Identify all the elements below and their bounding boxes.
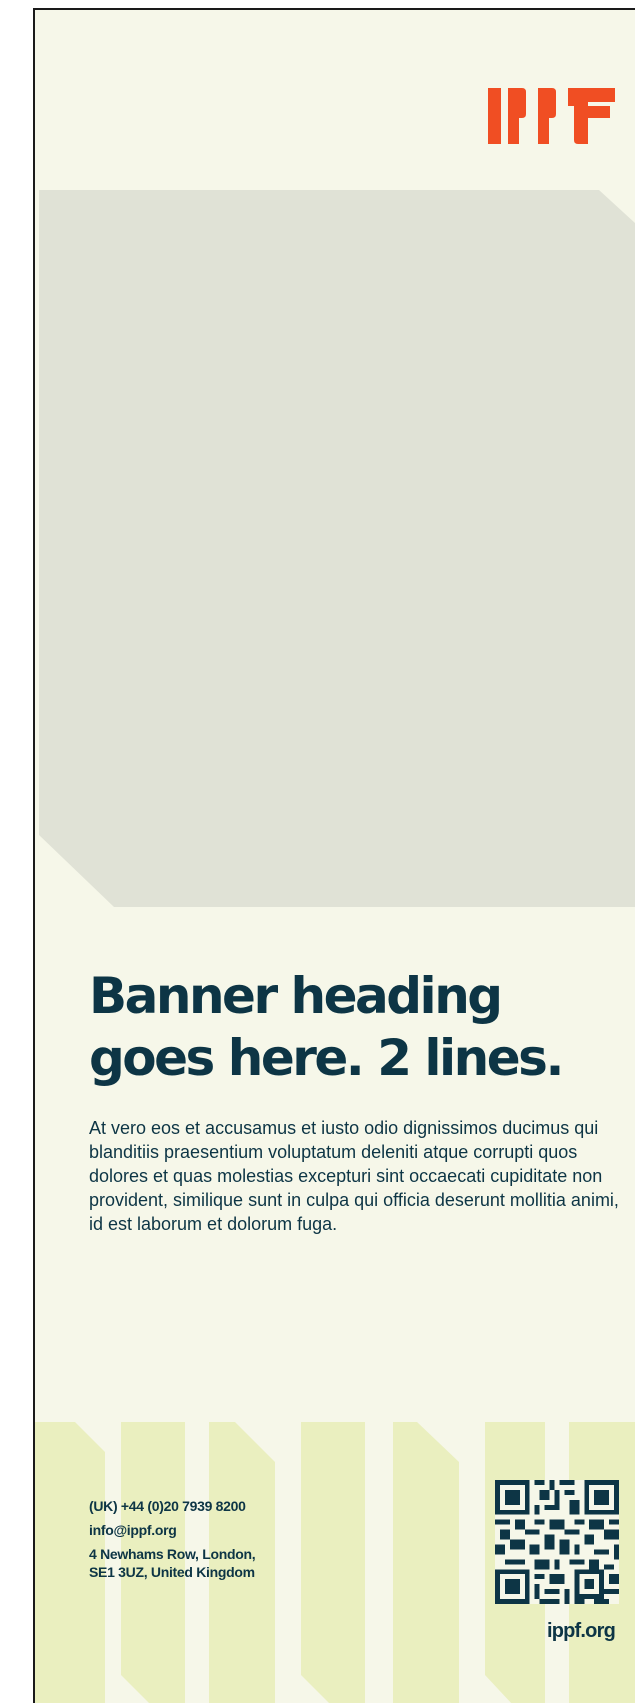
image-placeholder (39, 190, 635, 907)
website-link[interactable]: ippf.org (547, 1620, 616, 1643)
contact-email[interactable]: info@ippf.org (89, 1521, 255, 1539)
contact-block: (UK) +44 (0)20 7939 8200 info@ippf.org 4… (89, 1497, 256, 1581)
banner-heading: Banner heading goes here. 2 lines. (89, 967, 564, 1087)
contact-address-line2: SE1 3UZ, United Kingdom (89, 1564, 255, 1580)
ippf-logo (488, 88, 615, 144)
qr-code-icon (495, 1480, 619, 1604)
contact-phone: (UK) +44 (0)20 7939 8200 (89, 1498, 246, 1514)
banner-panel: Banner heading goes here. 2 lines. At ve… (33, 8, 635, 1703)
banner-body-text: At vero eos et accusamus et iusto odio d… (89, 1118, 619, 1234)
contact-address-line1: 4 Newhams Row, London, (89, 1546, 256, 1562)
